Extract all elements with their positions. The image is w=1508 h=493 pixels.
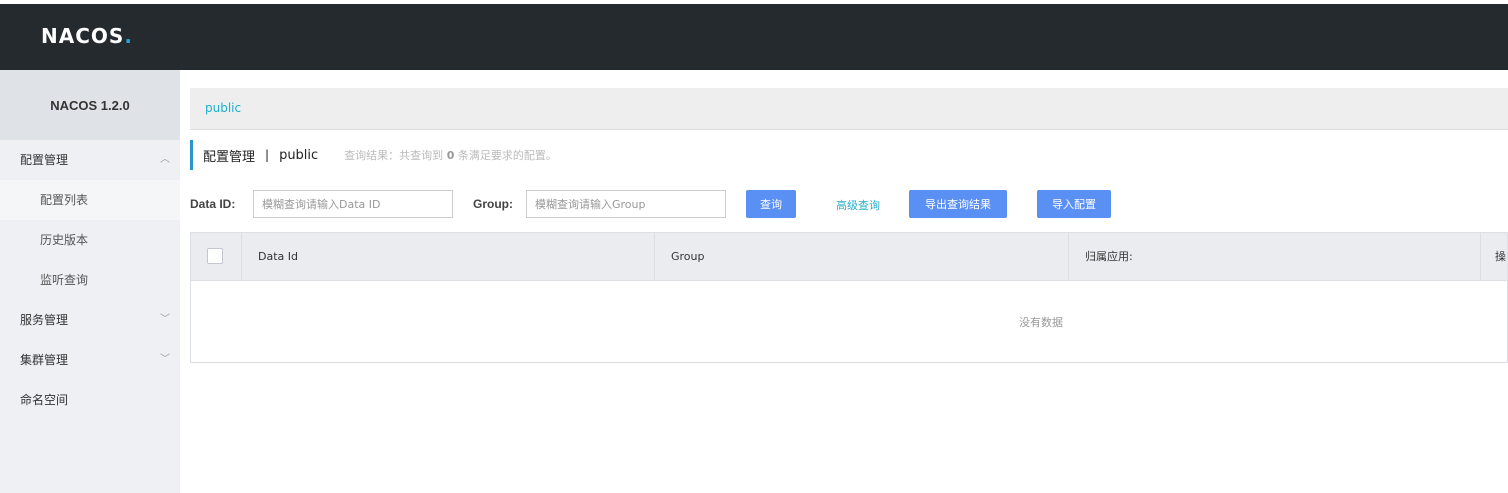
page-title: 配置管理 — [203, 149, 256, 165]
group-label: Group: — [473, 197, 513, 211]
top-header: NACOS. — [0, 0, 1508, 70]
chevron-down-icon: ﹀ — [160, 314, 170, 325]
sidebar-item-config-list[interactable]: 配置列表 — [0, 180, 180, 220]
table-header: Data Id Group 归属应用: 操 — [191, 233, 1507, 281]
sidebar-item-label: 集群管理 — [20, 353, 69, 367]
sidebar-item-config-management[interactable]: 配置管理 ︿ — [0, 140, 180, 180]
chevron-down-icon: ﹀ — [160, 354, 170, 365]
select-all-checkbox[interactable] — [207, 248, 223, 264]
namespace-link-public[interactable]: public — [205, 101, 241, 115]
empty-state: 没有数据 — [1019, 316, 1063, 329]
group-input[interactable] — [526, 190, 726, 218]
sidebar-item-history[interactable]: 历史版本 — [0, 220, 180, 260]
sidebar-title: NACOS 1.2.0 — [0, 70, 180, 140]
sidebar: NACOS 1.2.0 配置管理 ︿ 配置列表 历史版本 监听查询 服务管理 ﹀… — [0, 70, 180, 493]
sidebar-item-namespace[interactable]: 命名空间 — [0, 380, 180, 420]
nacos-logo[interactable]: NACOS. — [41, 24, 133, 48]
sidebar-item-label: 监听查询 — [40, 273, 89, 287]
sidebar-item-listener-query[interactable]: 监听查询 — [0, 260, 180, 300]
data-id-label: Data ID: — [190, 197, 236, 211]
page-title-row: 配置管理 | public 查询结果：共查询到 0 条满足要求的配置。 — [190, 140, 557, 170]
column-header-group[interactable]: Group — [655, 233, 1069, 281]
query-button[interactable]: 查询 — [746, 190, 796, 218]
data-id-input[interactable] — [253, 190, 453, 218]
sidebar-item-cluster-management[interactable]: 集群管理 ﹀ — [0, 340, 180, 380]
column-header-data-id[interactable]: Data Id — [242, 233, 655, 281]
namespace-bar: public — [190, 88, 1508, 130]
config-table: Data Id Group 归属应用: 操 没有数据 — [190, 232, 1508, 363]
column-header-app[interactable]: 归属应用: — [1069, 233, 1481, 281]
advanced-query-link[interactable]: 高级查询 — [836, 197, 880, 213]
title-namespace: public — [279, 147, 319, 163]
result-count: 0 — [446, 149, 455, 162]
sidebar-item-service-management[interactable]: 服务管理 ﹀ — [0, 300, 180, 340]
export-results-button[interactable]: 导出查询结果 — [909, 190, 1007, 218]
column-header-actions: 操 — [1495, 250, 1506, 263]
query-result-summary: 查询结果：共查询到 0 条满足要求的配置。 — [344, 149, 557, 162]
sidebar-item-label: 历史版本 — [40, 233, 89, 247]
filter-row: Data ID: Group: 查询 高级查询 导出查询结果 导入配置 — [190, 190, 1508, 218]
import-config-button[interactable]: 导入配置 — [1037, 190, 1111, 218]
sidebar-item-label: 命名空间 — [20, 393, 69, 407]
title-separator: | — [265, 148, 270, 162]
sidebar-item-label: 配置列表 — [40, 193, 89, 207]
sidebar-item-label: 服务管理 — [20, 313, 69, 327]
sidebar-item-label: 配置管理 — [20, 153, 69, 167]
chevron-up-icon: ︿ — [160, 154, 170, 165]
select-all-cell — [191, 233, 242, 281]
